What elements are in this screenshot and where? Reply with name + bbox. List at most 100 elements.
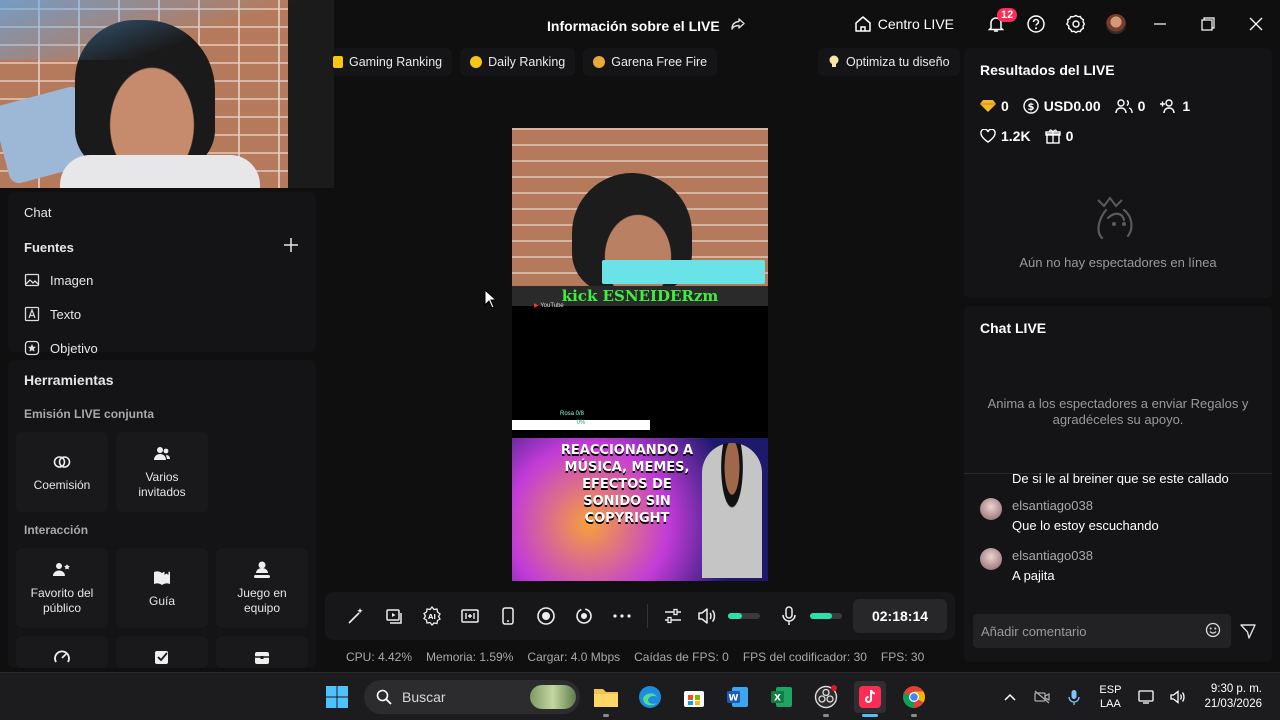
chip-daily-ranking[interactable]: Daily Ranking (460, 48, 576, 76)
likes-stat: 1.2K (980, 128, 1031, 144)
emoji-icon[interactable] (1205, 622, 1221, 638)
mic-button[interactable] (774, 600, 804, 632)
share-icon[interactable] (730, 16, 746, 35)
poll-button[interactable] (16, 636, 108, 668)
more-icon (613, 614, 631, 618)
optimize-layout-button[interactable]: Optimiza tu diseño (818, 48, 960, 76)
guests-icon (152, 444, 172, 464)
avatar[interactable] (980, 498, 1002, 520)
close-button[interactable] (1232, 0, 1280, 48)
chrome-icon (903, 686, 925, 708)
lightbulb-icon (829, 55, 839, 67)
help-button[interactable] (1016, 4, 1056, 44)
checklist-button[interactable] (116, 636, 208, 668)
text-icon (24, 306, 40, 322)
taskbar-search[interactable]: Buscar (364, 680, 580, 714)
settings-button[interactable] (1056, 4, 1096, 44)
more-button[interactable] (603, 600, 641, 632)
app-running-indicator (603, 714, 609, 717)
source-text[interactable]: Texto (24, 306, 81, 322)
send-icon[interactable] (1240, 623, 1256, 639)
restore-button[interactable] (1184, 0, 1232, 48)
volume-tray-button[interactable] (1162, 690, 1194, 704)
clock[interactable]: 9:30 p. m. 21/03/2026 (1204, 682, 1262, 712)
avatar[interactable] (980, 548, 1002, 570)
meet-now-button[interactable] (1026, 690, 1058, 704)
network-button[interactable] (1130, 690, 1162, 704)
guests-button[interactable]: Varios invitados (116, 432, 208, 512)
source-target[interactable]: Objetivo (24, 340, 98, 356)
chat-prompt: Anima a los espectadores a enviar Regalo… (987, 396, 1249, 427)
gear-icon (1066, 14, 1086, 34)
app-running-indicator (911, 714, 917, 717)
portrait-button[interactable] (489, 600, 527, 632)
chat-username[interactable]: elsantiago038 (1012, 498, 1159, 513)
microphone-icon (1068, 690, 1081, 705)
store-icon (684, 691, 704, 707)
file-explorer-app[interactable] (590, 681, 622, 713)
centro-live-button[interactable]: Centro LIVE (854, 15, 954, 33)
sliders-icon (665, 608, 681, 624)
layout-button[interactable] (451, 600, 489, 632)
effects-button[interactable] (337, 600, 375, 632)
treasure-button[interactable] (216, 636, 308, 668)
tiktok-live-app[interactable] (854, 681, 886, 713)
audience-favorite-button[interactable]: Favorito del público (16, 548, 108, 628)
mic-slider[interactable] (810, 613, 842, 619)
word-app[interactable]: W (722, 681, 754, 713)
chrome-app[interactable] (898, 681, 930, 713)
comment-input[interactable]: Añadir comentario (973, 614, 1231, 648)
store-app[interactable] (678, 681, 710, 713)
edge-app[interactable] (634, 681, 666, 713)
microphone-tray-button[interactable] (1058, 689, 1090, 705)
speaker-button[interactable] (692, 600, 722, 632)
image-icon (24, 273, 40, 287)
live-info-title[interactable]: Información sobre el LIVE (547, 16, 746, 35)
interaction-heading: Interacción (24, 523, 89, 537)
stat-fps-drops: Caídas de FPS: 0 (634, 650, 729, 664)
audio-settings-button[interactable] (654, 600, 692, 632)
results-title: Resultados del LIVE (980, 62, 1115, 78)
chip-label: Garena Free Fire (611, 55, 708, 69)
chat-section[interactable]: Chat (24, 205, 51, 220)
record-button[interactable] (527, 600, 565, 632)
stream-alert (602, 260, 765, 284)
goal-progress: 0% (512, 420, 650, 430)
audience-icon (52, 560, 72, 580)
microphone-icon (782, 606, 796, 625)
edge-icon (639, 686, 661, 708)
volume-slider[interactable] (728, 613, 760, 619)
input-language[interactable]: ESP LAA (1090, 683, 1130, 711)
chat-username[interactable]: elsantiago038 (1012, 548, 1093, 563)
plus-icon (284, 238, 298, 252)
obs-app[interactable] (810, 681, 842, 713)
system-tray: ESP LAA 9:30 p. m. 21/03/2026 (994, 673, 1280, 720)
team-game-button[interactable]: Juego en equipo (216, 548, 308, 628)
profile-button[interactable] (1096, 4, 1136, 44)
excel-app[interactable]: X (766, 681, 798, 713)
source-image[interactable]: Imagen (24, 272, 93, 288)
avatar (1106, 14, 1126, 34)
svg-text:W: W (729, 694, 739, 704)
viewers-icon (1114, 99, 1133, 114)
chip-gaming-ranking[interactable]: Gaming Ranking (333, 48, 453, 76)
camera-switch-button[interactable] (565, 600, 603, 632)
coemission-button[interactable]: Coemisión (16, 432, 108, 512)
notifications-button[interactable]: 12 (976, 4, 1018, 44)
add-source-button[interactable] (284, 238, 298, 254)
search-icon (376, 689, 392, 705)
chip-free-fire[interactable]: Garena Free Fire (583, 48, 718, 76)
stream-preview[interactable]: kick ESNEIDERzm ▶ YouTube Rosa 0/8 0% RE… (512, 128, 768, 581)
tray-overflow-button[interactable] (994, 693, 1026, 701)
media-icon (386, 609, 402, 624)
stat-upload: Cargar: 4.0 Mbps (527, 650, 621, 664)
optimize-label: Optimiza tu diseño (846, 55, 950, 69)
minimize-button[interactable] (1136, 0, 1184, 48)
comment-placeholder: Añadir comentario (981, 623, 1087, 639)
webcam-preview[interactable] (0, 0, 334, 188)
windows-start-icon[interactable] (325, 685, 349, 709)
guide-button[interactable]: Guía (116, 548, 208, 628)
stat-encoder-fps: FPS del codificador: 30 (742, 650, 867, 664)
ai-button[interactable]: AI (413, 600, 451, 632)
media-button[interactable] (375, 600, 413, 632)
